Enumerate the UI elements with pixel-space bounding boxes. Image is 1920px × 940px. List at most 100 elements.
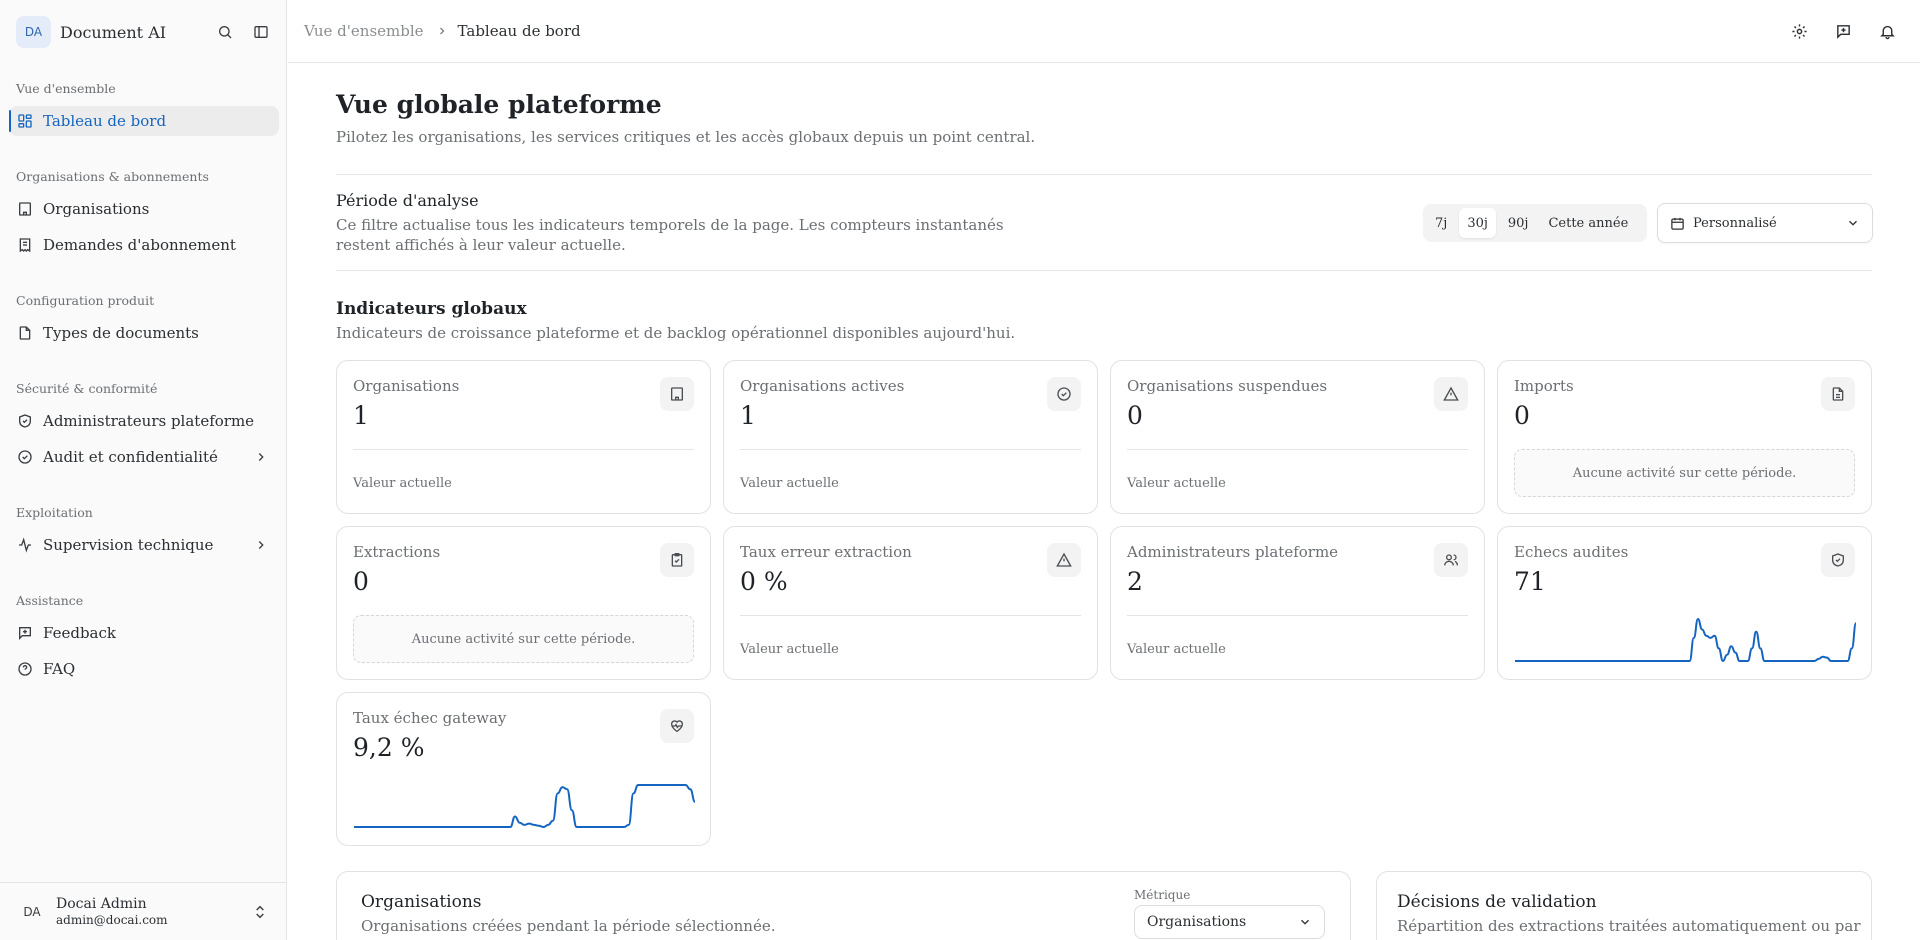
user-menu[interactable]: DA Docai Admin admin@docai.com bbox=[0, 882, 286, 940]
building-icon bbox=[16, 200, 34, 218]
custom-period-label: Personnalisé bbox=[1693, 215, 1777, 231]
sidebar-item-label: Administrateurs plateforme bbox=[43, 412, 255, 430]
sidebar-item-faq[interactable]: FAQ bbox=[9, 654, 279, 684]
top-actions bbox=[1786, 18, 1900, 44]
kpi-value: 1 bbox=[740, 401, 756, 430]
file-icon bbox=[16, 324, 34, 342]
sidebar-item-audit[interactable]: Audit et confidentialité bbox=[9, 442, 279, 472]
custom-period-select[interactable]: Personnalisé bbox=[1657, 203, 1873, 243]
panel-title: Organisations bbox=[361, 892, 482, 912]
message-plus-icon[interactable] bbox=[1830, 18, 1856, 44]
avatar: DA bbox=[23, 904, 41, 919]
kpi-card-gateway-failure-rate: Taux échec gateway 9,2 % bbox=[336, 692, 711, 846]
kpi-value: 0 bbox=[353, 567, 369, 596]
breadcrumb-current: Tableau de bord bbox=[457, 22, 581, 40]
metric-label: Métrique bbox=[1134, 888, 1191, 902]
breadcrumb-parent[interactable]: Vue d'ensemble bbox=[304, 22, 424, 40]
app-logo[interactable]: DA bbox=[16, 16, 51, 48]
kpi-title: Imports bbox=[1514, 377, 1574, 395]
breadcrumb: Vue d'ensemble Tableau de bord bbox=[304, 22, 581, 40]
panel-title: Décisions de validation bbox=[1397, 892, 1597, 912]
sidebar-item-label: Supervision technique bbox=[43, 536, 214, 554]
period-option-this-year[interactable]: Cette année bbox=[1540, 208, 1636, 238]
sidebar-item-dashboard[interactable]: Tableau de bord bbox=[9, 106, 279, 136]
kpi-title: Extractions bbox=[353, 543, 441, 561]
gear-icon[interactable] bbox=[1786, 18, 1812, 44]
receipt-icon bbox=[16, 236, 34, 254]
section-label-organisations: Organisations & abonnements bbox=[16, 169, 209, 184]
divider bbox=[1127, 615, 1468, 616]
kpi-value: 1 bbox=[353, 401, 369, 430]
users-icon bbox=[1434, 543, 1468, 577]
organisations-panel: Organisations Organisations créées penda… bbox=[336, 871, 1351, 940]
kpi-card-suspended-organisations: Organisations suspendues 0 Valeur actuel… bbox=[1110, 360, 1485, 514]
circle-check-icon bbox=[16, 448, 34, 466]
chevron-right-icon bbox=[436, 25, 448, 37]
sidebar-item-label: Audit et confidentialité bbox=[43, 448, 218, 466]
calendar-icon bbox=[1670, 216, 1685, 231]
kpi-footer: Valeur actuelle bbox=[740, 642, 839, 657]
panel-subtitle: Organisations créées pendant la période … bbox=[361, 917, 776, 935]
divider bbox=[336, 174, 1872, 175]
period-segmented-control: 7j 30j 90j Cette année bbox=[1423, 204, 1647, 242]
kpi-value: 71 bbox=[1514, 567, 1546, 596]
sidebar-item-technical-supervision[interactable]: Supervision technique bbox=[9, 530, 279, 560]
kpi-card-platform-admins: Administrateurs plateforme 2 Valeur actu… bbox=[1110, 526, 1485, 680]
kpi-title: Taux échec gateway bbox=[353, 709, 507, 727]
section-label-security: Sécurité & conformité bbox=[16, 381, 158, 396]
divider bbox=[740, 615, 1081, 616]
sparkline-chart bbox=[353, 784, 696, 828]
kpi-title: Organisations suspendues bbox=[1127, 377, 1328, 395]
page-title: Vue globale plateforme bbox=[336, 90, 662, 119]
search-icon[interactable] bbox=[212, 19, 238, 45]
period-option-90d[interactable]: 90j bbox=[1500, 208, 1537, 238]
bell-icon[interactable] bbox=[1874, 18, 1900, 44]
sidebar-item-label: Types de documents bbox=[43, 324, 199, 342]
kpi-title: Taux erreur extraction bbox=[740, 543, 912, 561]
sidebar-item-organisations[interactable]: Organisations bbox=[9, 194, 279, 224]
divider bbox=[740, 449, 1081, 450]
kpi-card-extraction-error-rate: Taux erreur extraction 0 % Valeur actuel… bbox=[723, 526, 1098, 680]
section-label-operations: Exploitation bbox=[16, 505, 93, 520]
sidebar-item-label: Organisations bbox=[43, 200, 150, 218]
sidebar-toggle-icon[interactable] bbox=[248, 19, 274, 45]
building-icon bbox=[660, 377, 694, 411]
kpi-card-organisations: Organisations 1 Valeur actuelle bbox=[336, 360, 711, 514]
sidebar-item-label: Feedback bbox=[43, 624, 116, 642]
kpi-value: 0 bbox=[1514, 401, 1530, 430]
sidebar-item-document-types[interactable]: Types de documents bbox=[9, 318, 279, 348]
chevron-right-icon bbox=[253, 449, 269, 465]
chevrons-up-down-icon[interactable] bbox=[250, 902, 270, 922]
user-info: Docai Admin admin@docai.com bbox=[56, 896, 250, 927]
empty-state: Aucune activité sur cette période. bbox=[353, 615, 694, 663]
sidebar-item-feedback[interactable]: Feedback bbox=[9, 618, 279, 648]
user-name: Docai Admin bbox=[56, 896, 147, 912]
sidebar-item-platform-admins[interactable]: Administrateurs plateforme bbox=[9, 406, 279, 436]
page-subtitle: Pilotez les organisations, les services … bbox=[336, 128, 1036, 146]
sidebar-header: DA Document AI bbox=[16, 16, 274, 48]
kpi-card-extractions: Extractions 0 Aucune activité sur cette … bbox=[336, 526, 711, 680]
app-name[interactable]: Document AI bbox=[60, 23, 202, 42]
divider bbox=[336, 270, 1872, 271]
kpi-title: Organisations bbox=[353, 377, 460, 395]
kpi-footer: Valeur actuelle bbox=[1127, 476, 1226, 491]
sidebar-item-subscription-requests[interactable]: Demandes d'abonnement bbox=[9, 230, 279, 260]
sidebar-item-label: FAQ bbox=[43, 660, 76, 678]
message-plus-icon bbox=[16, 624, 34, 642]
empty-state: Aucune activité sur cette période. bbox=[1514, 449, 1855, 497]
kpi-footer: Valeur actuelle bbox=[353, 476, 452, 491]
user-email: admin@docai.com bbox=[56, 913, 168, 927]
chevron-down-icon bbox=[1846, 216, 1860, 230]
alert-triangle-icon bbox=[1047, 543, 1081, 577]
chevron-down-icon bbox=[1298, 915, 1312, 929]
period-title: Période d'analyse bbox=[336, 191, 479, 210]
main-content: Vue globale plateforme Pilotez les organ… bbox=[288, 64, 1920, 940]
clipboard-check-icon bbox=[660, 543, 694, 577]
divider bbox=[1127, 449, 1468, 450]
shield-check-icon bbox=[1821, 543, 1855, 577]
period-option-7d[interactable]: 7j bbox=[1427, 208, 1455, 238]
shield-check-icon bbox=[16, 412, 34, 430]
period-option-30d[interactable]: 30j bbox=[1459, 208, 1496, 238]
metric-select[interactable]: Organisations bbox=[1134, 905, 1325, 939]
divider bbox=[353, 449, 694, 450]
